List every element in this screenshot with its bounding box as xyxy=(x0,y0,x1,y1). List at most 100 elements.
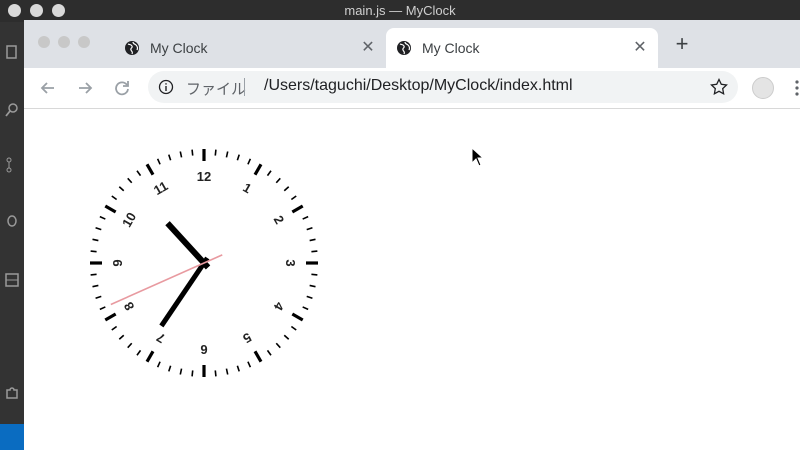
star-icon[interactable] xyxy=(710,78,728,96)
clock-number: 12 xyxy=(197,169,211,184)
globe-icon xyxy=(397,41,411,55)
scheme-label: ファイル xyxy=(186,81,247,98)
hour-tick xyxy=(145,350,155,363)
minute-tick xyxy=(302,306,309,311)
hour-tick xyxy=(291,312,304,322)
files-icon[interactable] xyxy=(4,44,20,60)
tab-strip: My Clock ✕ My Clock ✕ + xyxy=(24,20,800,68)
minute-tick xyxy=(290,195,297,201)
clock-number: 9 xyxy=(110,259,125,266)
hour-tick xyxy=(104,312,117,322)
minute-tick xyxy=(266,349,272,356)
minute-tick xyxy=(247,158,252,165)
minute-tick xyxy=(168,365,172,372)
minute-tick xyxy=(127,342,133,349)
mouse-cursor-icon xyxy=(471,147,485,167)
arrow-right-icon xyxy=(79,82,93,94)
clock-number: 5 xyxy=(240,330,254,347)
clock-number: 2 xyxy=(271,213,288,227)
minute-tick xyxy=(90,273,97,276)
minute-tick xyxy=(179,151,183,158)
minute-tick xyxy=(214,370,217,377)
hour-hand xyxy=(165,221,211,270)
minute-tick xyxy=(309,238,316,242)
minute-tick xyxy=(306,295,313,299)
minute-tick xyxy=(99,215,106,220)
vscode-status-remote[interactable] xyxy=(0,424,24,450)
puzzle-icon[interactable] xyxy=(4,384,20,400)
minute-tick xyxy=(92,238,99,242)
browser-window: My Clock ✕ My Clock ✕ + ファイル /Users/tagu… xyxy=(24,20,800,450)
vscode-titlebar: main.js — MyClock xyxy=(0,0,800,22)
minute-tick xyxy=(275,177,281,184)
clock-number: 1 xyxy=(240,180,254,197)
clock-number: 10 xyxy=(119,210,139,230)
more-menu-icon[interactable] xyxy=(794,79,800,97)
back-button[interactable] xyxy=(38,78,58,98)
minute-tick xyxy=(236,154,240,161)
minute-tick xyxy=(99,306,106,311)
hour-tick xyxy=(253,350,263,363)
forward-button[interactable] xyxy=(75,78,95,98)
hour-tick xyxy=(291,204,304,214)
minute-tick xyxy=(266,170,272,177)
address-bar[interactable]: ファイル /Users/taguchi/Desktop/MyClock/inde… xyxy=(148,71,738,103)
minute-tick xyxy=(118,334,125,340)
minute-tick xyxy=(225,151,229,158)
minute-tick xyxy=(118,186,125,192)
minute-tick xyxy=(90,250,97,253)
minute-tick xyxy=(236,365,240,372)
clock-number: 7 xyxy=(154,330,168,347)
page-content: 12 1 2 3 4 5 6 7 8 9 10 11 xyxy=(24,109,800,450)
clock-number: 11 xyxy=(151,178,170,198)
profile-avatar[interactable] xyxy=(752,77,774,99)
minute-tick xyxy=(136,170,142,177)
minute-tick xyxy=(156,158,161,165)
minute-tick xyxy=(290,325,297,331)
minute-tick xyxy=(92,284,99,288)
minute-tick xyxy=(275,342,281,349)
minute-tick xyxy=(156,361,161,368)
analog-clock: 121234567891011 xyxy=(90,149,318,377)
arrow-left-icon xyxy=(40,82,54,94)
hour-tick xyxy=(145,163,155,176)
tab-title: My Clock xyxy=(422,40,480,56)
tab-title: My Clock xyxy=(150,40,208,56)
browser-zoom-button[interactable] xyxy=(78,36,90,48)
extensions-icon[interactable] xyxy=(4,272,20,288)
minute-tick xyxy=(302,215,309,220)
globe-icon xyxy=(125,41,139,55)
browser-close-button[interactable] xyxy=(38,36,50,48)
url-text[interactable]: /Users/taguchi/Desktop/MyClock/index.htm… xyxy=(264,77,573,95)
tab-close-button[interactable]: ✕ xyxy=(360,40,376,56)
browser-minimize-button[interactable] xyxy=(58,36,70,48)
minute-tick xyxy=(191,370,194,377)
tab-close-button[interactable]: ✕ xyxy=(632,40,648,56)
minute-tick xyxy=(168,154,172,161)
new-tab-button[interactable]: + xyxy=(672,33,692,55)
clock-number: 4 xyxy=(270,299,287,313)
tab-my-clock-2[interactable]: My Clock ✕ xyxy=(386,28,658,68)
minute-tick xyxy=(191,149,194,156)
minute-tick xyxy=(311,250,318,253)
reload-button[interactable] xyxy=(112,78,132,98)
tab-my-clock-1[interactable]: My Clock ✕ xyxy=(124,28,376,68)
debug-icon[interactable] xyxy=(4,212,20,228)
minute-tick xyxy=(283,186,290,192)
browser-toolbar: ファイル /Users/taguchi/Desktop/MyClock/inde… xyxy=(24,68,800,109)
minute-hand xyxy=(159,256,210,328)
clock-number: 3 xyxy=(283,259,298,266)
search-icon[interactable] xyxy=(4,102,20,118)
minute-tick xyxy=(95,295,102,299)
minute-tick xyxy=(95,227,102,231)
minute-tick xyxy=(283,334,290,340)
minute-tick xyxy=(111,325,118,331)
info-icon[interactable] xyxy=(158,79,174,95)
clock-number: 8 xyxy=(121,299,138,313)
minute-tick xyxy=(111,195,118,201)
minute-tick xyxy=(136,349,142,356)
hour-tick xyxy=(253,163,263,176)
minute-tick xyxy=(247,361,252,368)
second-hand xyxy=(110,254,223,306)
source-control-icon[interactable] xyxy=(4,157,20,173)
